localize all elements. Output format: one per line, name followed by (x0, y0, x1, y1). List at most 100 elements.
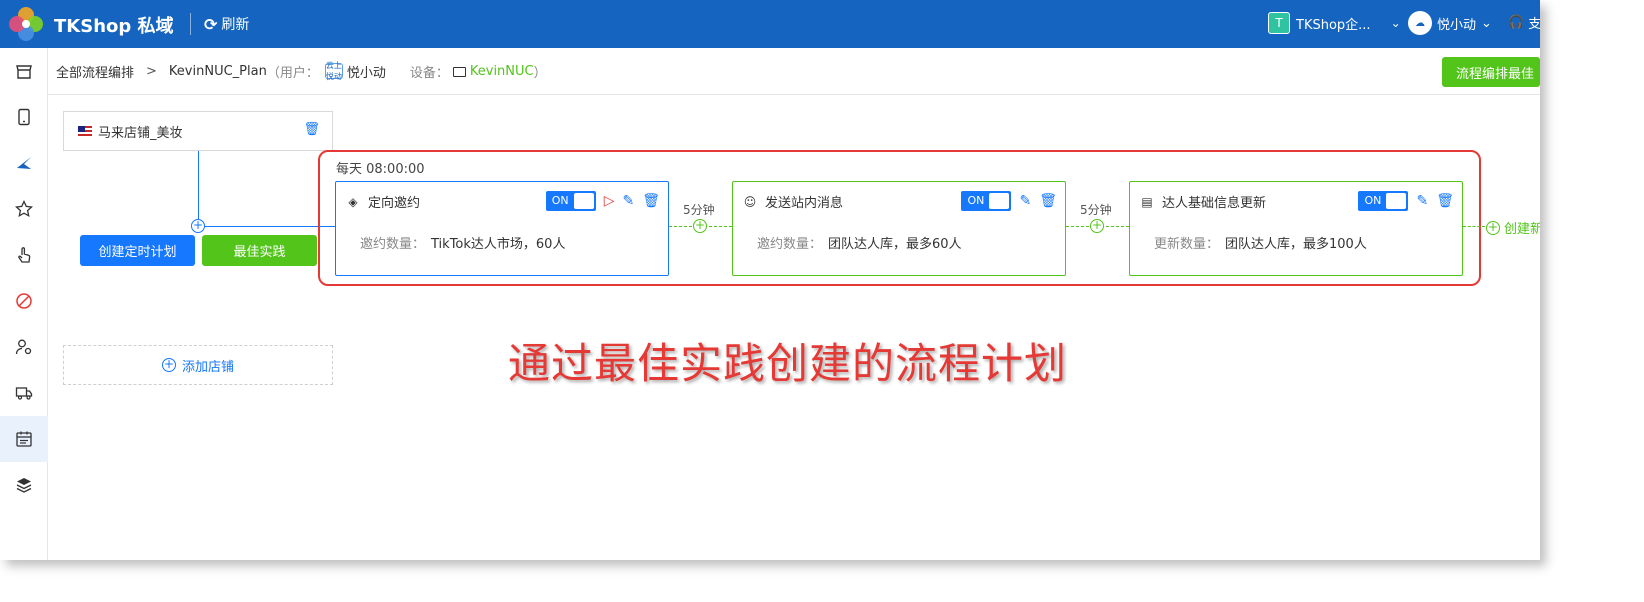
add-step-plus-icon[interactable]: + (693, 219, 707, 233)
step-title: 发送站内消息 (765, 196, 844, 211)
edit-icon[interactable]: ✎ (622, 193, 634, 209)
step-toggle[interactable]: ON (1358, 191, 1409, 211)
calendar-icon (16, 431, 32, 447)
step-title: 达人基础信息更新 (1162, 196, 1267, 211)
toggle-label: ON (1364, 194, 1382, 207)
schedule-label: 每天 08:00:00 (336, 162, 425, 177)
breadcrumb-root-link[interactable]: 全部流程编排 (56, 62, 134, 81)
toggle-knob (989, 193, 1010, 209)
refresh-icon: ⟳ (204, 14, 218, 34)
phone-icon (18, 108, 30, 126)
connector-delay-label: 5分钟 (683, 203, 715, 217)
sidebar (0, 48, 48, 560)
step-title: 定向邀约 (368, 196, 421, 211)
plan-name: KevinNUC_Plan (168, 63, 267, 79)
support-label: 支 (1528, 17, 1540, 32)
device-suffix: ） (533, 65, 547, 81)
trash-icon[interactable]: 🗑 (642, 193, 660, 209)
avatar: 云上悦动 (324, 61, 343, 81)
user-prefix: （用户： (266, 65, 319, 81)
user-menu[interactable]: ☁ 悦小动 ⌄ (1408, 11, 1492, 35)
step-body: 邀约数量： 团队达人库，最多60人 (757, 233, 962, 252)
app-logo-icon (9, 7, 43, 41)
store-icon (16, 65, 32, 79)
top-bar: TKShop 私域 ⟳ 刷新 T TKShop企... ⌄ ☁ 悦小动 ⌄ 🎧 … (0, 0, 1540, 48)
support-button[interactable]: 🎧 支 (1508, 13, 1540, 32)
sidebar-item-blocked[interactable] (0, 278, 48, 324)
truck-icon (15, 387, 33, 400)
step-body-value: 团队达人库，最多100人 (1225, 237, 1367, 252)
flow-line-horizontal (198, 226, 335, 227)
sidebar-item-tiktok[interactable] (0, 140, 48, 186)
step-toggle[interactable]: ON (545, 191, 596, 211)
breadcrumb: 全部流程编排 > KevinNUC_Plan （用户： 云上悦动 悦小动 设备：… (48, 48, 1540, 95)
trash-icon[interactable]: 🗑 (1039, 193, 1057, 209)
toggle-knob (1386, 193, 1407, 209)
shop-name: 马来店铺_美妆 (98, 125, 183, 141)
edit-icon[interactable]: ✎ (1416, 193, 1428, 209)
best-practice-top-button[interactable]: 流程编排最佳 (1442, 57, 1540, 87)
plan-user: 云上悦动 悦小动 (324, 61, 386, 81)
sidebar-item-users[interactable] (0, 324, 48, 370)
step-toggle[interactable]: ON (961, 191, 1012, 211)
step-actions: ON ▷ ✎ 🗑 (545, 191, 660, 211)
tenant-switcher[interactable]: T TKShop企... ⌄ (1268, 12, 1401, 34)
add-shop-button[interactable]: + 添加店铺 (63, 345, 333, 385)
edit-icon[interactable]: ✎ (1019, 193, 1031, 209)
plan-user-name: 悦小动 (346, 65, 386, 81)
sidebar-item-schedule[interactable] (0, 416, 48, 462)
sidebar-item-store[interactable] (0, 48, 48, 94)
run-play-icon[interactable]: ▷ (604, 193, 615, 209)
refresh-button[interactable]: ⟳ 刷新 (204, 14, 249, 34)
step-card-update[interactable]: ▤ 达人基础信息更新 ON ✎ 🗑 更新数量： 团队达人库，最多100人 (1129, 181, 1463, 276)
step-body-value: 团队达人库，最多60人 (828, 237, 962, 252)
plus-circle-icon: + (1486, 219, 1500, 235)
user-name: 悦小动 (1437, 17, 1477, 33)
add-shop-label: 添加店铺 (181, 359, 234, 375)
topbar-divider (190, 13, 191, 35)
step-header: ▤ 达人基础信息更新 (1140, 192, 1267, 212)
document-icon: ▤ (1141, 194, 1153, 209)
headset-icon: 🎧 (1508, 15, 1525, 30)
tag-icon: ◈ (348, 194, 358, 209)
device-prefix: 设备： (409, 65, 449, 81)
trash-icon[interactable]: 🗑 (1436, 193, 1454, 209)
step-body-key: 更新数量： (1154, 237, 1220, 252)
step-header: ◈ 定向邀约 (346, 192, 421, 212)
sidebar-item-phone[interactable] (0, 94, 48, 140)
sidebar-item-actions[interactable] (0, 232, 48, 278)
tenant-badge: T (1268, 12, 1290, 34)
avatar: ☁ (1408, 11, 1432, 35)
connector-line (1463, 226, 1485, 227)
flag-icon (78, 125, 92, 137)
add-step-plus-icon[interactable]: + (1090, 219, 1104, 233)
annotation-text: 通过最佳实践创建的流程计划 (508, 339, 1068, 388)
layers-icon (16, 478, 32, 493)
device-name[interactable]: KevinNUC (470, 64, 534, 79)
add-node-plus-icon[interactable]: + (191, 219, 205, 233)
create-new-step-button[interactable]: + 创建新 (1486, 218, 1540, 237)
step-card-invite[interactable]: ◈ 定向邀约 ON ▷ ✎ 🗑 邀约数量： TikTok达人市场，60人 (335, 181, 669, 276)
step-actions: ON ✎ 🗑 (1358, 191, 1454, 211)
app-title: TKShop 私域 (54, 16, 174, 37)
monitor-icon (452, 67, 466, 77)
best-practice-button[interactable]: 最佳实践 (202, 235, 317, 266)
step-actions: ON ✎ 🗑 (961, 191, 1057, 211)
delete-shop-trash-icon[interactable]: 🗑 (303, 122, 320, 137)
toggle-label: ON (967, 194, 985, 207)
sidebar-item-layers[interactable] (0, 462, 48, 508)
sidebar-item-favorites[interactable] (0, 186, 48, 232)
toggle-knob (573, 193, 594, 209)
step-header: ☺ 发送站内消息 (743, 192, 844, 212)
connector-delay-label: 5分钟 (1080, 203, 1112, 217)
ban-icon (16, 293, 32, 309)
step-card-message[interactable]: ☺ 发送站内消息 ON ✎ 🗑 邀约数量： 团队达人库，最多60人 (732, 181, 1066, 276)
chat-icon: ☺ (743, 194, 757, 209)
breadcrumb-separator: > (146, 63, 157, 79)
sidebar-item-logistics[interactable] (0, 370, 48, 416)
user-settings-icon (15, 339, 32, 355)
create-schedule-button[interactable]: 创建定时计划 (80, 235, 195, 266)
step-body: 邀约数量： TikTok达人市场，60人 (360, 233, 565, 252)
toggle-label: ON (551, 194, 569, 207)
step-body-key: 邀约数量： (360, 237, 426, 252)
